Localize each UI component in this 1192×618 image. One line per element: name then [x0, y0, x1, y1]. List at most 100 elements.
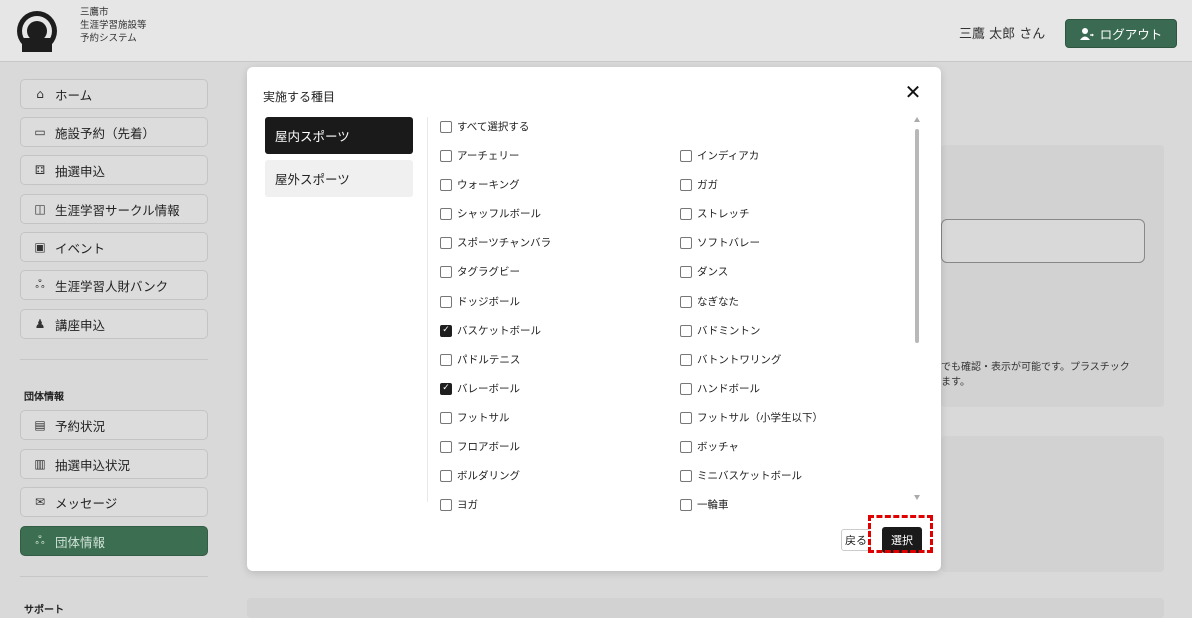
sidebar-item-lottery[interactable]: ⚃ 抽選申込: [20, 155, 208, 185]
sport-checkbox[interactable]: ダンス: [680, 264, 728, 279]
sidebar-item-label: 生涯学習人財バンク: [55, 278, 169, 294]
sport-checkbox[interactable]: ヨガ: [440, 497, 478, 512]
sidebar-item-label: 生涯学習サークル情報: [55, 202, 180, 218]
sidebar-item-messages[interactable]: ✉ メッセージ: [20, 487, 208, 517]
sport-checkbox[interactable]: インディアカ: [680, 148, 759, 163]
checkbox-box: [440, 353, 452, 366]
logout-button[interactable]: ログアウト: [1065, 19, 1177, 48]
sport-checkbox[interactable]: ✓ バスケットボール: [440, 323, 541, 338]
sport-checkbox[interactable]: ウォーキング: [440, 177, 520, 192]
sport-checkbox[interactable]: ソフトバレー: [680, 235, 760, 250]
checkbox-label: ストレッチ: [697, 208, 750, 220]
lottery-status-icon: ▥: [34, 457, 46, 471]
sport-checkbox[interactable]: フットサル: [440, 410, 510, 425]
sidebar-item-lecture[interactable]: ♟ 講座申込: [20, 309, 208, 339]
reservation-icon: ▤: [34, 418, 46, 432]
background-input: [941, 219, 1145, 263]
sidebar-item-label: 予約状況: [55, 418, 106, 434]
city-logo-icon: [17, 11, 57, 52]
user-logout-icon: [1079, 27, 1094, 40]
scrollbar-thumb[interactable]: [915, 129, 919, 343]
sport-checkbox[interactable]: ミニバスケットボール: [680, 468, 802, 483]
sport-checkbox[interactable]: ボルダリング: [440, 468, 520, 483]
checkbox-box: [680, 411, 692, 424]
sport-checkbox[interactable]: ✓ バレーボール: [440, 381, 520, 396]
checkbox-label: バドミントン: [697, 325, 761, 337]
sidebar-item-label: 抽選申込: [55, 163, 106, 179]
event-calendar-icon: ▣: [34, 240, 46, 254]
sidebar-section-support: サポート: [24, 605, 64, 616]
checkbox-box: [440, 411, 452, 424]
people-icon: ஃ: [35, 277, 45, 291]
scrollbar[interactable]: [913, 117, 921, 503]
sport-checkbox[interactable]: ガガ: [680, 177, 718, 192]
checkbox-label: ハンドボール: [697, 383, 760, 395]
sidebar-item-label: 抽選申込状況: [55, 457, 131, 473]
sidebar-item-group-info[interactable]: ஃ 団体情報: [20, 526, 208, 556]
sport-checkbox[interactable]: ドッジボール: [440, 294, 520, 309]
checkbox-box: [440, 207, 452, 220]
sport-type-modal: 実施する種目 ✕ 屋内スポーツ 屋外スポーツ すべて選択する アーチェリー ウォー…: [247, 67, 941, 571]
sport-checkbox[interactable]: 一輪車: [680, 497, 729, 512]
sport-checkbox[interactable]: ボッチャ: [680, 439, 739, 454]
sport-checkbox[interactable]: フロアボール: [440, 439, 520, 454]
brand-line-2: 生涯学習施設等: [80, 20, 147, 31]
checkbox-label: フロアボール: [457, 441, 520, 453]
checkbox-box: [440, 265, 452, 278]
scroll-down-arrow-icon[interactable]: [914, 495, 920, 500]
checkbox-box: [680, 469, 692, 482]
checkbox-box: [680, 178, 692, 191]
sidebar-item-home[interactable]: ⌂ ホーム: [20, 79, 208, 109]
sport-checkbox[interactable]: バドミントン: [680, 323, 760, 338]
sport-checkbox[interactable]: スポーツチャンバラ: [440, 235, 551, 250]
checkbox-label: ドッジボール: [457, 296, 520, 308]
sidebar-item-facility-reservation[interactable]: ▭ 施設予約（先着）: [20, 117, 208, 147]
brand-line-3: 予約システム: [80, 33, 137, 44]
close-icon[interactable]: ✕: [902, 80, 924, 104]
sidebar-item-circle-info[interactable]: ◫ 生涯学習サークル情報: [20, 194, 208, 224]
sidebar-item-lottery-status[interactable]: ▥ 抽選申込状況: [20, 449, 208, 479]
checkbox-label: すべて選択する: [457, 121, 530, 133]
checkbox-label: スポーツチャンバラ: [457, 237, 552, 249]
sport-checkbox[interactable]: タグラグビー: [440, 264, 520, 279]
checkbox-box: [440, 469, 452, 482]
modal-title: 実施する種目: [263, 90, 336, 104]
checkbox-label: バトントワリング: [697, 354, 782, 366]
sport-checkbox[interactable]: ハンドボール: [680, 381, 760, 396]
checkbox-label: パドルテニス: [457, 354, 521, 366]
app-header: 三鷹市 生涯学習施設等 予約システム 三鷹 太郎 さん ログアウト: [0, 0, 1192, 62]
checkbox-label: フットサル（小学生以下）: [697, 412, 823, 424]
back-button[interactable]: 戻る: [841, 529, 871, 551]
sidebar-item-reservation-status[interactable]: ▤ 予約状況: [20, 410, 208, 440]
checkbox-label: 一輪車: [697, 499, 729, 511]
scroll-up-arrow-icon[interactable]: [914, 117, 920, 122]
brand-name: 三鷹市 生涯学習施設等 予約システム: [80, 6, 147, 45]
select-button[interactable]: 選択: [882, 527, 922, 553]
sidebar-divider: [20, 359, 208, 360]
sport-checkbox[interactable]: ストレッチ: [680, 206, 750, 221]
sidebar-item-events[interactable]: ▣ イベント: [20, 232, 208, 262]
sport-checkbox[interactable]: フットサル（小学生以下）: [680, 410, 823, 425]
checkbox-label: タグラグビー: [457, 266, 520, 278]
background-notice-line1: でも確認・表示が可能です。プラスチック: [941, 362, 1130, 373]
background-notice: でも確認・表示が可能です。プラスチック ます。: [941, 360, 1130, 390]
sidebar: ⌂ ホーム ▭ 施設予約（先着） ⚃ 抽選申込 ◫ 生涯学習サークル情報 ▣ イ…: [0, 62, 224, 618]
checkbox-box: [680, 149, 692, 162]
sport-checkbox[interactable]: なぎなた: [680, 294, 739, 309]
tab-indoor-sports[interactable]: 屋内スポーツ: [265, 117, 413, 154]
home-icon: ⌂: [36, 87, 44, 101]
tab-outdoor-sports[interactable]: 屋外スポーツ: [265, 160, 413, 197]
checkbox-box: [680, 265, 692, 278]
sidebar-item-talent-bank[interactable]: ஃ 生涯学習人財バンク: [20, 270, 208, 300]
divider: [427, 117, 428, 502]
sport-checkbox[interactable]: パドルテニス: [440, 352, 520, 367]
background-panel: [247, 598, 1164, 618]
sport-checkbox[interactable]: バトントワリング: [680, 352, 781, 367]
circle-info-icon: ◫: [34, 202, 46, 216]
sidebar-item-label: 講座申込: [55, 317, 106, 333]
select-all-checkbox[interactable]: すべて選択する: [440, 119, 529, 134]
dice-icon: ⚃: [34, 163, 46, 177]
sport-checkbox[interactable]: アーチェリー: [440, 148, 519, 163]
sidebar-item-label: ホーム: [55, 87, 93, 103]
sport-checkbox[interactable]: シャッフルボール: [440, 206, 541, 221]
